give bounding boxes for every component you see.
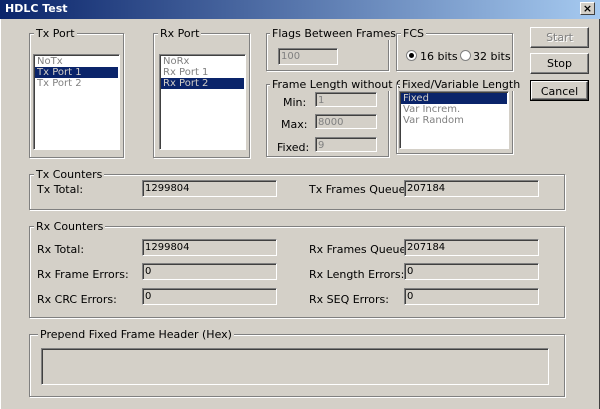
rx-counters-title: Rx Counters [34,220,106,233]
tx-queued-label: Tx Frames Queued: [309,183,417,196]
fcs-32-label[interactable]: 32 bits [473,50,511,63]
prepend-header-field[interactable] [41,348,549,385]
rx-port-title: Rx Port [158,27,202,40]
rx-frame-errors-label: Rx Frame Errors: [37,268,129,281]
list-item[interactable]: Fixed [401,93,507,104]
title-bar [0,0,600,19]
fcs-title: FCS [401,27,426,40]
rx-crc-errors-field: 0 [142,288,277,305]
rx-frame-errors-field: 0 [142,263,277,280]
start-button[interactable]: Start [530,27,589,48]
close-icon: × [582,2,593,15]
rx-length-errors-field: 0 [404,263,539,280]
start-label: Start [546,31,573,44]
tx-port-title: Tx Port [34,27,77,40]
flags-field[interactable]: 100 [278,48,338,65]
cancel-button[interactable]: Cancel [530,80,589,101]
rx-seq-errors-field: 0 [404,288,539,305]
list-item[interactable]: Var Increm. [401,104,507,115]
list-item[interactable]: Rx Port 2 [161,78,244,89]
list-item[interactable]: Rx Port 1 [161,67,244,78]
fixed-label: Fixed: [277,141,310,154]
tx-queued-field: 207184 [404,180,539,197]
rx-total-label: Rx Total: [37,243,85,256]
fcs-32-radio[interactable] [460,50,471,61]
list-item[interactable]: NoRx [161,56,244,67]
list-item[interactable]: NoTx [35,56,118,67]
tx-total-field: 1299804 [142,180,277,197]
stop-button[interactable]: Stop [530,53,589,74]
list-item[interactable]: Tx Port 1 [35,67,118,78]
min-field[interactable]: 1 [315,92,377,107]
rx-seq-errors-label: Rx SEQ Errors: [309,293,389,306]
rx-queued-field: 207184 [404,239,539,256]
min-label: Min: [283,96,307,109]
prepend-title: Prepend Fixed Frame Header (Hex) [38,328,234,341]
close-button[interactable]: × [580,2,595,15]
rx-crc-errors-label: Rx CRC Errors: [37,293,117,306]
list-item[interactable]: Var Random [401,115,507,126]
tx-port-list[interactable]: NoTx Tx Port 1 Tx Port 2 [33,54,120,150]
max-field[interactable]: 8000 [315,114,377,129]
rx-total-field: 1299804 [142,239,277,256]
max-label: Max: [281,118,308,131]
tx-total-label: Tx Total: [37,183,84,196]
rx-queued-label: Rx Frames Queued: [309,243,417,256]
fixed-variable-title: Fixed/Variable Length [400,78,523,91]
radio-selected-dot [409,53,414,58]
flags-title: Flags Between Frames [270,27,398,40]
fixed-variable-list[interactable]: Fixed Var Increm. Var Random [399,91,509,149]
rx-port-list[interactable]: NoRx Rx Port 1 Rx Port 2 [159,54,246,150]
stop-label: Stop [546,57,572,70]
fixed-field[interactable]: 9 [315,137,377,152]
rx-length-errors-label: Rx Length Errors: [309,268,405,281]
fcs-16-radio[interactable] [406,50,417,61]
fcs-16-label[interactable]: 16 bits [420,50,458,63]
list-item[interactable]: Tx Port 2 [35,78,118,89]
cancel-label: Cancel [540,85,579,98]
tx-counters-title: Tx Counters [34,168,105,181]
window-title: HDLC Test [5,2,68,15]
